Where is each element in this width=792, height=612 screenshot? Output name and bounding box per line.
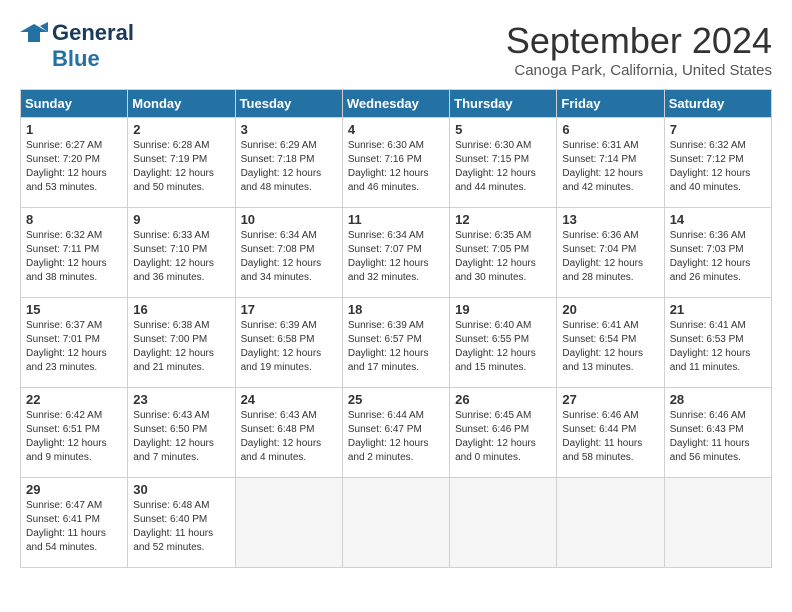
table-row: 6Sunrise: 6:31 AMSunset: 7:14 PMDaylight… <box>557 118 664 208</box>
table-row: 26Sunrise: 6:45 AMSunset: 6:46 PMDayligh… <box>450 388 557 478</box>
weekday-header-saturday: Saturday <box>664 90 771 118</box>
table-row: 27Sunrise: 6:46 AMSunset: 6:44 PMDayligh… <box>557 388 664 478</box>
calendar-table: SundayMondayTuesdayWednesdayThursdayFrid… <box>20 89 772 568</box>
calendar-week-3: 15Sunrise: 6:37 AMSunset: 7:01 PMDayligh… <box>21 298 772 388</box>
calendar-week-5: 29Sunrise: 6:47 AMSunset: 6:41 PMDayligh… <box>21 478 772 568</box>
table-row: 20Sunrise: 6:41 AMSunset: 6:54 PMDayligh… <box>557 298 664 388</box>
calendar-week-4: 22Sunrise: 6:42 AMSunset: 6:51 PMDayligh… <box>21 388 772 478</box>
calendar-week-2: 8Sunrise: 6:32 AMSunset: 7:11 PMDaylight… <box>21 208 772 298</box>
calendar-week-1: 1Sunrise: 6:27 AMSunset: 7:20 PMDaylight… <box>21 118 772 208</box>
table-row: 15Sunrise: 6:37 AMSunset: 7:01 PMDayligh… <box>21 298 128 388</box>
table-row: 14Sunrise: 6:36 AMSunset: 7:03 PMDayligh… <box>664 208 771 298</box>
weekday-header-row: SundayMondayTuesdayWednesdayThursdayFrid… <box>21 90 772 118</box>
weekday-header-wednesday: Wednesday <box>342 90 449 118</box>
table-row: 16Sunrise: 6:38 AMSunset: 7:00 PMDayligh… <box>128 298 235 388</box>
weekday-header-friday: Friday <box>557 90 664 118</box>
table-row: 2Sunrise: 6:28 AMSunset: 7:19 PMDaylight… <box>128 118 235 208</box>
table-row: 19Sunrise: 6:40 AMSunset: 6:55 PMDayligh… <box>450 298 557 388</box>
table-row <box>235 478 342 568</box>
table-row: 10Sunrise: 6:34 AMSunset: 7:08 PMDayligh… <box>235 208 342 298</box>
table-row: 18Sunrise: 6:39 AMSunset: 6:57 PMDayligh… <box>342 298 449 388</box>
table-row: 24Sunrise: 6:43 AMSunset: 6:48 PMDayligh… <box>235 388 342 478</box>
table-row: 1Sunrise: 6:27 AMSunset: 7:20 PMDaylight… <box>21 118 128 208</box>
weekday-header-tuesday: Tuesday <box>235 90 342 118</box>
table-row: 12Sunrise: 6:35 AMSunset: 7:05 PMDayligh… <box>450 208 557 298</box>
table-row: 8Sunrise: 6:32 AMSunset: 7:11 PMDaylight… <box>21 208 128 298</box>
weekday-header-monday: Monday <box>128 90 235 118</box>
table-row <box>557 478 664 568</box>
location-subtitle: Canoga Park, California, United States <box>506 62 772 79</box>
logo-bird-icon <box>20 22 48 44</box>
table-row: 13Sunrise: 6:36 AMSunset: 7:04 PMDayligh… <box>557 208 664 298</box>
table-row: 7Sunrise: 6:32 AMSunset: 7:12 PMDaylight… <box>664 118 771 208</box>
logo-blue: Blue <box>52 46 100 72</box>
month-title: September 2024 <box>506 20 772 62</box>
table-row: 28Sunrise: 6:46 AMSunset: 6:43 PMDayligh… <box>664 388 771 478</box>
table-row <box>342 478 449 568</box>
title-block: September 2024 Canoga Park, California, … <box>506 20 772 79</box>
logo-general: General <box>52 20 134 46</box>
table-row: 25Sunrise: 6:44 AMSunset: 6:47 PMDayligh… <box>342 388 449 478</box>
table-row: 3Sunrise: 6:29 AMSunset: 7:18 PMDaylight… <box>235 118 342 208</box>
weekday-header-sunday: Sunday <box>21 90 128 118</box>
table-row: 17Sunrise: 6:39 AMSunset: 6:58 PMDayligh… <box>235 298 342 388</box>
table-row: 23Sunrise: 6:43 AMSunset: 6:50 PMDayligh… <box>128 388 235 478</box>
table-row: 5Sunrise: 6:30 AMSunset: 7:15 PMDaylight… <box>450 118 557 208</box>
logo: General Blue <box>20 20 134 72</box>
table-row: 29Sunrise: 6:47 AMSunset: 6:41 PMDayligh… <box>21 478 128 568</box>
weekday-header-thursday: Thursday <box>450 90 557 118</box>
table-row: 9Sunrise: 6:33 AMSunset: 7:10 PMDaylight… <box>128 208 235 298</box>
table-row <box>450 478 557 568</box>
page-header: General Blue September 2024 Canoga Park,… <box>20 20 772 79</box>
table-row: 30Sunrise: 6:48 AMSunset: 6:40 PMDayligh… <box>128 478 235 568</box>
table-row: 21Sunrise: 6:41 AMSunset: 6:53 PMDayligh… <box>664 298 771 388</box>
table-row: 4Sunrise: 6:30 AMSunset: 7:16 PMDaylight… <box>342 118 449 208</box>
table-row <box>664 478 771 568</box>
table-row: 22Sunrise: 6:42 AMSunset: 6:51 PMDayligh… <box>21 388 128 478</box>
table-row: 11Sunrise: 6:34 AMSunset: 7:07 PMDayligh… <box>342 208 449 298</box>
